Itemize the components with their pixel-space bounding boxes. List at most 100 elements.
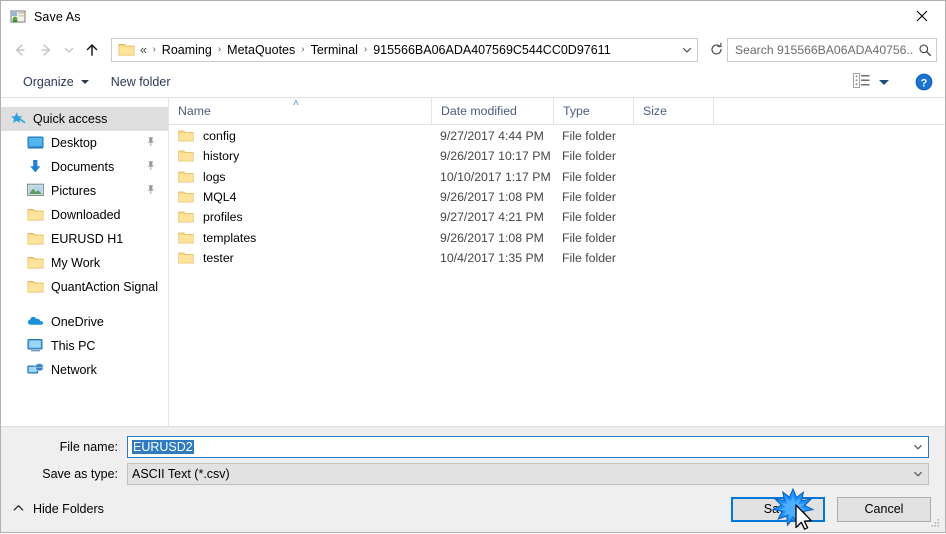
file-date-cell: 9/27/2017 4:44 PM bbox=[440, 129, 544, 144]
sidebar-item-eurusd-h1[interactable]: EURUSD H1 bbox=[1, 227, 168, 251]
breadcrumb-overflow[interactable]: « bbox=[139, 42, 149, 58]
sidebar-item-label: OneDrive bbox=[51, 315, 104, 329]
chevron-down-icon[interactable] bbox=[908, 437, 928, 457]
sidebar-item-desktop[interactable]: Desktop bbox=[1, 131, 168, 155]
dialog-footer: Hide Folders Save Cancel bbox=[1, 486, 945, 532]
close-button[interactable] bbox=[899, 1, 945, 31]
folder-icon bbox=[178, 231, 194, 245]
chevron-up-icon bbox=[13, 504, 24, 515]
column-header-size[interactable]: Size bbox=[633, 98, 713, 124]
new-folder-label: New folder bbox=[110, 75, 171, 89]
file-name-label: tester bbox=[203, 250, 234, 265]
table-row[interactable]: tester 10/4/2017 1:35 PM File folder bbox=[169, 248, 945, 268]
table-row[interactable]: profiles 9/27/2017 4:21 PM File folder bbox=[169, 207, 945, 227]
folder-icon bbox=[118, 42, 135, 57]
address-bar[interactable]: « › Roaming › MetaQuotes › Terminal › 91… bbox=[111, 37, 698, 62]
sidebar-item-documents[interactable]: Documents bbox=[1, 155, 168, 179]
column-header-date-modified[interactable]: Date modified bbox=[431, 98, 553, 124]
dialog-body: Quick access Desktop Documents Pictures … bbox=[1, 98, 945, 426]
file-name-label: templates bbox=[203, 230, 257, 245]
file-name-input[interactable]: EURUSD2 bbox=[127, 436, 929, 458]
column-header-label: Size bbox=[643, 104, 667, 118]
sidebar-item-label: EURUSD H1 bbox=[51, 232, 124, 246]
sort-ascending-icon: ˄ bbox=[293, 98, 299, 109]
file-rows: config 9/27/2017 4:44 PM File folder his… bbox=[169, 125, 945, 426]
hide-folders-label: Hide Folders bbox=[33, 502, 104, 516]
column-header-type[interactable]: Type bbox=[553, 98, 633, 124]
chevron-down-icon bbox=[879, 79, 889, 85]
refresh-icon[interactable] bbox=[705, 39, 727, 61]
breadcrumb-separator: › bbox=[363, 44, 368, 55]
breadcrumb-item-metaquotes[interactable]: MetaQuotes bbox=[224, 42, 298, 58]
sidebar-item-pictures[interactable]: Pictures bbox=[1, 179, 168, 203]
back-arrow-icon[interactable] bbox=[7, 37, 33, 63]
search-box[interactable]: Search 915566BA06ADA40756... bbox=[727, 37, 937, 62]
sidebar-item-quantaction-signal[interactable]: QuantAction Signal bbox=[1, 275, 168, 299]
pin-icon[interactable] bbox=[145, 184, 156, 198]
file-list-pane: Name ˄ Date modified Type Size config 9/… bbox=[169, 98, 945, 426]
pin-icon[interactable] bbox=[145, 136, 156, 150]
sidebar-item-label: This PC bbox=[51, 339, 96, 353]
table-row[interactable]: templates 9/26/2017 1:08 PM File folder bbox=[169, 227, 945, 247]
resize-grip-icon[interactable] bbox=[929, 517, 941, 529]
table-row[interactable]: MQL4 9/26/2017 1:08 PM File folder bbox=[169, 187, 945, 207]
help-icon[interactable]: ? bbox=[915, 73, 933, 91]
save-as-type-select[interactable]: ASCII Text (*.csv) bbox=[127, 463, 929, 485]
documents-icon bbox=[27, 159, 44, 175]
chevron-down-icon[interactable] bbox=[908, 464, 928, 484]
breadcrumb-item-terminal[interactable]: Terminal bbox=[308, 42, 361, 58]
chevron-down-icon[interactable] bbox=[677, 39, 697, 61]
folder-icon bbox=[178, 210, 194, 224]
sidebar-item-network[interactable]: Network bbox=[1, 358, 168, 382]
hide-folders-button[interactable]: Hide Folders bbox=[13, 502, 104, 516]
sidebar-item-downloaded[interactable]: Downloaded bbox=[1, 203, 168, 227]
save-as-type-row: Save as type: ASCII Text (*.csv) bbox=[17, 463, 929, 485]
cancel-button[interactable]: Cancel bbox=[837, 496, 931, 522]
file-type-cell: File folder bbox=[562, 129, 616, 144]
view-options-button[interactable] bbox=[849, 71, 893, 93]
file-name-cell: templates bbox=[169, 231, 431, 245]
sidebar-item-my-work[interactable]: My Work bbox=[1, 251, 168, 275]
new-folder-button[interactable]: New folder bbox=[105, 72, 177, 92]
window-title: Save As bbox=[34, 9, 81, 24]
search-icon bbox=[914, 43, 936, 57]
file-date-cell: 9/26/2017 1:08 PM bbox=[440, 190, 544, 205]
sidebar-item-this-pc[interactable]: This PC bbox=[1, 334, 168, 358]
column-header-name[interactable]: Name ˄ bbox=[169, 98, 431, 124]
pictures-icon bbox=[27, 183, 44, 199]
save-form: File name: EURUSD2 Save as type: ASCII T… bbox=[1, 426, 945, 486]
sidebar-item-label: Pictures bbox=[51, 184, 97, 198]
file-name-cell: logs bbox=[169, 170, 431, 184]
sidebar-item-onedrive[interactable]: OneDrive bbox=[1, 310, 168, 334]
search-input[interactable]: Search 915566BA06ADA40756... bbox=[728, 43, 914, 57]
table-row[interactable]: logs 10/10/2017 1:17 PM File folder bbox=[169, 167, 945, 187]
file-name-value[interactable]: EURUSD2 bbox=[128, 440, 908, 454]
sidebar-item-label: Quick access bbox=[33, 112, 108, 126]
forward-arrow-icon[interactable] bbox=[33, 37, 59, 63]
svg-text:?: ? bbox=[921, 77, 928, 89]
folder-icon bbox=[27, 279, 44, 295]
desktop-icon bbox=[27, 135, 44, 151]
breadcrumb-item-roaming[interactable]: Roaming bbox=[159, 42, 215, 58]
file-name-label: history bbox=[203, 149, 240, 164]
file-date-cell: 9/26/2017 10:17 PM bbox=[440, 149, 551, 164]
breadcrumb-item-current[interactable]: 915566BA06ADA407569C544CC0D97611 bbox=[370, 42, 613, 58]
star-pin-icon bbox=[9, 111, 26, 127]
table-row[interactable]: config 9/27/2017 4:44 PM File folder bbox=[169, 126, 945, 146]
file-name-label: MQL4 bbox=[203, 190, 237, 205]
navigation-bar: « › Roaming › MetaQuotes › Terminal › 91… bbox=[1, 32, 945, 67]
save-button-label: Save bbox=[763, 502, 793, 516]
onedrive-icon bbox=[27, 314, 44, 330]
table-row[interactable]: history 9/26/2017 10:17 PM File folder bbox=[169, 146, 945, 166]
organize-button[interactable]: Organize bbox=[17, 72, 95, 92]
file-name-label: config bbox=[203, 129, 236, 144]
up-arrow-icon[interactable] bbox=[79, 37, 105, 63]
pin-icon[interactable] bbox=[145, 160, 156, 174]
sidebar-item-quick-access[interactable]: Quick access bbox=[1, 107, 168, 131]
column-header-label: Type bbox=[563, 104, 590, 118]
breadcrumb: « › Roaming › MetaQuotes › Terminal › 91… bbox=[139, 42, 677, 58]
column-header-label: Date modified bbox=[441, 104, 517, 118]
sidebar-item-label: Documents bbox=[51, 160, 115, 174]
save-button[interactable]: Save bbox=[731, 496, 825, 522]
recent-locations-icon[interactable] bbox=[59, 37, 79, 63]
